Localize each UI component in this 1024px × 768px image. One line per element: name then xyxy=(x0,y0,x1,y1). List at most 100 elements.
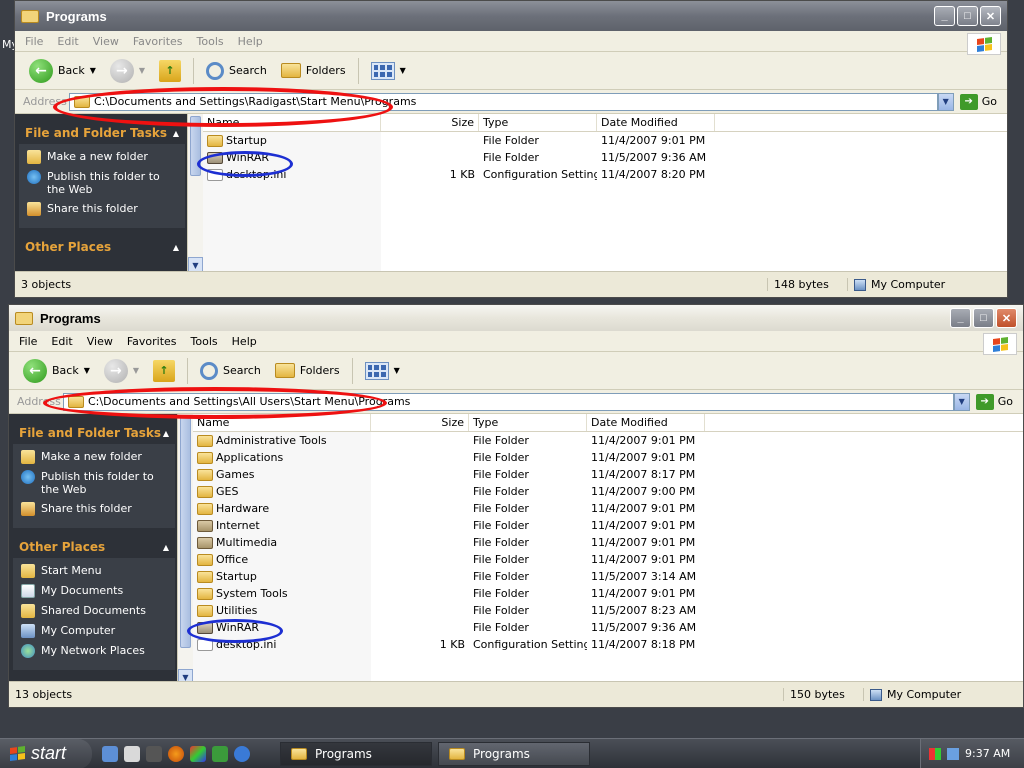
internet-explorer-icon[interactable] xyxy=(234,745,250,762)
list-item[interactable]: System Tools File Folder 11/4/2007 9:01 PM xyxy=(193,585,1023,602)
column-name[interactable]: Name xyxy=(193,414,371,431)
task-publish-folder[interactable]: Publish this folder to the Web xyxy=(21,470,167,496)
taskbar-button-programs-1[interactable]: Programs xyxy=(280,741,432,766)
menu-tools[interactable]: Tools xyxy=(197,35,224,48)
maximize-button[interactable]: □ xyxy=(973,308,994,328)
dropdown-arrow-icon[interactable]: ▼ xyxy=(139,66,145,75)
folders-button[interactable]: Folders xyxy=(277,61,350,80)
up-button[interactable]: ↑ xyxy=(149,358,179,384)
collapse-chevron-icon[interactable]: ▲ xyxy=(173,129,179,138)
column-type[interactable]: Type xyxy=(479,114,597,131)
dropdown-arrow-icon[interactable]: ▼ xyxy=(90,66,96,75)
media-player-icon[interactable] xyxy=(124,745,140,762)
list-item[interactable]: Applications File Folder 11/4/2007 9:01 PM xyxy=(193,449,1023,466)
column-size[interactable]: Size xyxy=(381,114,479,131)
address-field[interactable]: C:\Documents and Settings\Radigast\Start… xyxy=(69,92,938,111)
views-button[interactable]: ▼ xyxy=(367,60,410,82)
menu-favorites[interactable]: Favorites xyxy=(127,335,177,348)
up-button[interactable]: ↑ xyxy=(155,58,185,84)
back-button[interactable]: ← Back ▼ xyxy=(19,357,94,385)
list-item[interactable]: Startup File Folder 11/5/2007 3:14 AM xyxy=(193,568,1023,585)
collapse-chevron-icon[interactable]: ▲ xyxy=(163,429,169,438)
app-icon[interactable] xyxy=(190,745,206,762)
list-item[interactable]: WinRAR File Folder 11/5/2007 9:36 AM xyxy=(203,149,1007,166)
list-item[interactable]: desktop.ini 1 KB Configuration Settings 11/… xyxy=(193,636,1023,653)
place-start-menu[interactable]: Start Menu xyxy=(21,564,167,578)
go-button[interactable]: ➔ Go xyxy=(959,93,997,110)
menu-view[interactable]: View xyxy=(93,35,119,48)
menu-favorites[interactable]: Favorites xyxy=(133,35,183,48)
column-type[interactable]: Type xyxy=(469,414,587,431)
collapse-chevron-icon[interactable]: ▲ xyxy=(163,543,169,552)
collapse-chevron-icon[interactable]: ▲ xyxy=(173,243,179,252)
address-dropdown-button[interactable]: ▼ xyxy=(937,92,954,111)
minimize-button[interactable]: _ xyxy=(934,6,955,26)
task-pane-scrollbar[interactable]: ▼ xyxy=(187,114,203,273)
go-button[interactable]: ➔ Go xyxy=(975,393,1013,410)
place-my-computer[interactable]: My Computer xyxy=(21,624,167,638)
forward-button[interactable]: → ▼ xyxy=(106,57,149,85)
address-dropdown-button[interactable]: ▼ xyxy=(953,392,970,411)
network-icon[interactable] xyxy=(947,747,959,760)
column-name[interactable]: Name xyxy=(203,114,381,131)
list-item[interactable]: Startup File Folder 11/4/2007 9:01 PM xyxy=(203,132,1007,149)
task-share-folder[interactable]: Share this folder xyxy=(27,202,177,216)
scrollbar-thumb[interactable] xyxy=(180,416,191,648)
menu-help[interactable]: Help xyxy=(238,35,263,48)
address-field[interactable]: C:\Documents and Settings\All Users\Star… xyxy=(63,392,954,411)
tray-app-icon[interactable] xyxy=(929,747,941,760)
back-button[interactable]: ← Back ▼ xyxy=(25,57,100,85)
list-item[interactable]: Multimedia File Folder 11/4/2007 9:01 PM xyxy=(193,534,1023,551)
show-desktop-icon[interactable] xyxy=(102,745,118,762)
clock[interactable]: 9:37 AM xyxy=(965,747,1010,760)
menu-view[interactable]: View xyxy=(87,335,113,348)
folders-button[interactable]: Folders xyxy=(271,361,344,380)
list-item[interactable]: WinRAR File Folder 11/5/2007 9:36 AM xyxy=(193,619,1023,636)
file-folder-tasks-header[interactable]: File and Folder Tasks ▲ xyxy=(13,424,175,444)
task-share-folder[interactable]: Share this folder xyxy=(21,502,167,516)
menu-file[interactable]: File xyxy=(19,335,37,348)
minimize-button[interactable]: _ xyxy=(950,308,971,328)
list-item[interactable]: Utilities File Folder 11/5/2007 8:23 AM xyxy=(193,602,1023,619)
task-make-new-folder[interactable]: Make a new folder xyxy=(21,450,167,464)
menu-edit[interactable]: Edit xyxy=(51,335,72,348)
list-item[interactable]: Administrative Tools File Folder 11/4/2007… xyxy=(193,432,1023,449)
place-shared-documents[interactable]: Shared Documents xyxy=(21,604,167,618)
column-date-modified[interactable]: Date Modified xyxy=(597,114,715,131)
list-item[interactable]: Internet File Folder 11/4/2007 9:01 PM xyxy=(193,517,1023,534)
title-bar[interactable]: Programs _ □ ✕ xyxy=(9,305,1023,331)
taskbar-button-programs-2[interactable]: Programs xyxy=(438,741,590,766)
start-button[interactable]: start xyxy=(0,738,92,768)
firefox-icon[interactable] xyxy=(168,745,184,762)
close-button[interactable]: ✕ xyxy=(996,308,1017,328)
place-my-documents[interactable]: My Documents xyxy=(21,584,167,598)
list-item[interactable]: desktop.ini 1 KB Configuration Settings … xyxy=(203,166,1007,183)
close-button[interactable]: ✕ xyxy=(980,6,1001,26)
other-places-header[interactable]: Other Places ▲ xyxy=(13,538,175,558)
column-date-modified[interactable]: Date Modified xyxy=(587,414,705,431)
menu-help[interactable]: Help xyxy=(232,335,257,348)
place-my-network-places[interactable]: My Network Places xyxy=(21,644,167,658)
other-places-header[interactable]: Other Places ▲ xyxy=(19,238,185,258)
list-item[interactable]: GES File Folder 11/4/2007 9:00 PM xyxy=(193,483,1023,500)
menu-edit[interactable]: Edit xyxy=(57,35,78,48)
task-pane-scrollbar[interactable]: ▼ xyxy=(177,414,193,685)
search-button[interactable]: Search xyxy=(202,60,271,82)
menu-tools[interactable]: Tools xyxy=(191,335,218,348)
maximize-button[interactable]: □ xyxy=(957,6,978,26)
title-bar[interactable]: Programs _ □ ✕ xyxy=(15,1,1007,31)
list-item[interactable]: Office File Folder 11/4/2007 9:01 PM xyxy=(193,551,1023,568)
views-button[interactable]: ▼ xyxy=(361,360,404,382)
list-item[interactable]: Hardware File Folder 11/4/2007 9:01 PM xyxy=(193,500,1023,517)
movie-maker-icon[interactable] xyxy=(146,745,162,762)
search-button[interactable]: Search xyxy=(196,360,265,382)
forward-button[interactable]: → ▼ xyxy=(100,357,143,385)
dropdown-arrow-icon[interactable]: ▼ xyxy=(133,366,139,375)
dropdown-arrow-icon[interactable]: ▼ xyxy=(84,366,90,375)
list-item[interactable]: Games File Folder 11/4/2007 8:17 PM xyxy=(193,466,1023,483)
task-make-new-folder[interactable]: Make a new folder xyxy=(27,150,177,164)
scrollbar-thumb[interactable] xyxy=(190,116,201,176)
menu-file[interactable]: File xyxy=(25,35,43,48)
task-publish-folder[interactable]: Publish this folder to the Web xyxy=(27,170,177,196)
column-size[interactable]: Size xyxy=(371,414,469,431)
